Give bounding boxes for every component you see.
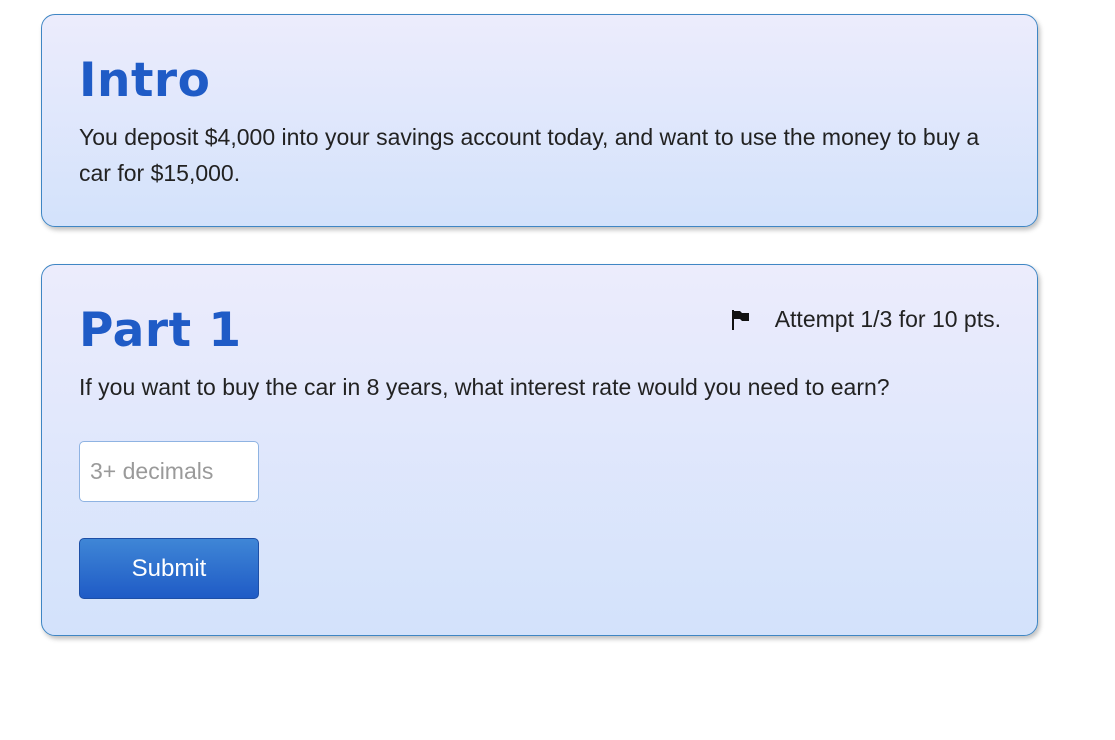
flag-icon[interactable] bbox=[731, 309, 751, 331]
attempt-info: Attempt 1/3 for 10 pts. bbox=[731, 306, 1001, 333]
submit-button[interactable]: Submit bbox=[79, 538, 259, 599]
part1-card: Part 1 Attempt 1/3 for 10 pts. If you wa… bbox=[41, 264, 1038, 636]
attempt-text: Attempt 1/3 for 10 pts. bbox=[774, 306, 1001, 332]
intro-card: Intro You deposit $4,000 into your savin… bbox=[41, 14, 1038, 227]
part1-title: Part 1 bbox=[79, 303, 242, 358]
intro-title: Intro bbox=[79, 53, 211, 108]
intro-text: You deposit $4,000 into your savings acc… bbox=[79, 124, 980, 186]
answer-input[interactable] bbox=[79, 441, 259, 502]
question-text: If you want to buy the car in 8 years, w… bbox=[79, 374, 890, 400]
